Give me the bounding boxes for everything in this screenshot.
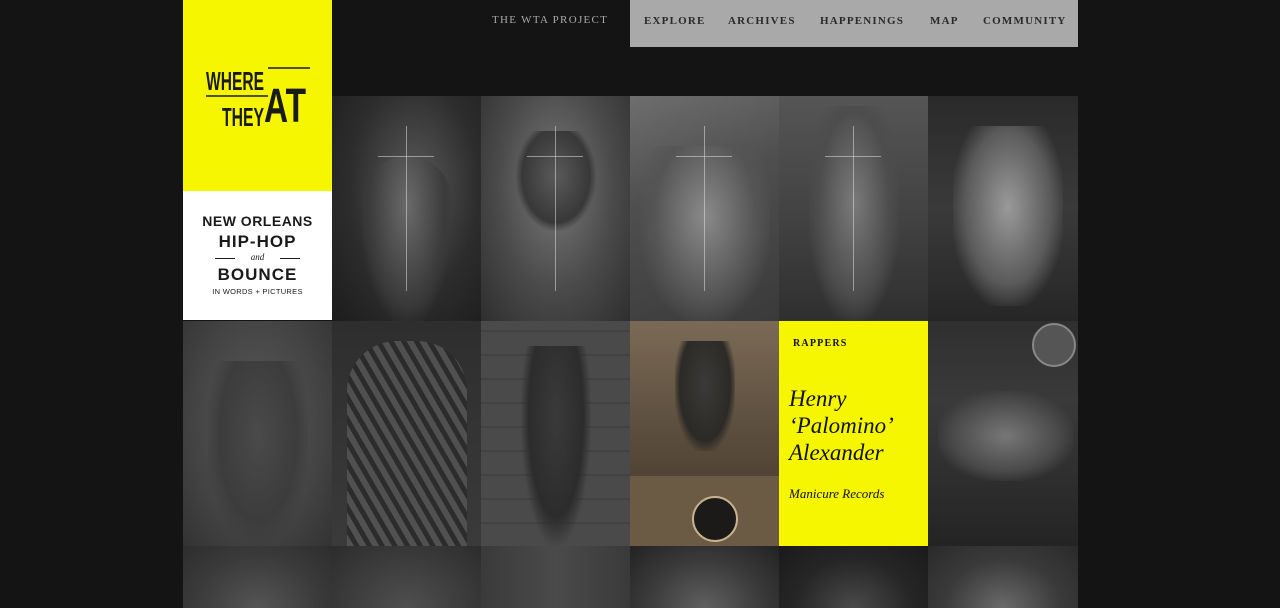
portrait-photo bbox=[332, 546, 481, 608]
tagline-city: NEW ORLEANS bbox=[202, 213, 313, 229]
where-they-at-logo: WHERE THEY AT bbox=[206, 66, 310, 132]
nav-menu: EXPLORE ARCHIVES HAPPENINGS MAP COMMUNIT… bbox=[630, 0, 1078, 47]
portrait-tile[interactable] bbox=[332, 321, 481, 546]
portrait-photo bbox=[630, 546, 779, 608]
tagline: NEW ORLEANS HIP-HOP and BOUNCE IN WORDS … bbox=[183, 191, 332, 320]
featured-artist-name[interactable]: Henry ‘Palomino’ Alexander bbox=[789, 385, 924, 466]
portrait-tile[interactable] bbox=[779, 546, 928, 608]
memorial-cross-icon bbox=[704, 126, 705, 291]
memorial-cross-icon bbox=[853, 126, 854, 291]
logo-word-at: AT bbox=[264, 80, 306, 132]
portrait-photo bbox=[928, 546, 1078, 608]
portrait-tile[interactable] bbox=[332, 546, 481, 608]
nav-item-archives[interactable]: ARCHIVES bbox=[728, 15, 796, 27]
portrait-tile[interactable] bbox=[630, 546, 779, 608]
portrait-photo bbox=[481, 546, 630, 608]
memorial-cross-icon bbox=[406, 126, 407, 291]
tagline-bounce: BOUNCE bbox=[217, 265, 298, 284]
logo-word-they: THEY bbox=[222, 102, 264, 132]
portrait-tile[interactable] bbox=[481, 546, 630, 608]
portrait-photo bbox=[183, 546, 332, 608]
portrait-tile[interactable] bbox=[928, 96, 1078, 321]
portrait-tile[interactable] bbox=[779, 96, 928, 321]
featured-category[interactable]: RAPPERS bbox=[793, 338, 848, 349]
site-logo[interactable]: WHERE THEY AT bbox=[183, 0, 332, 191]
portrait-photo bbox=[779, 546, 928, 608]
nav-item-happenings[interactable]: HAPPENINGS bbox=[820, 15, 904, 27]
portrait-tile[interactable] bbox=[481, 96, 630, 321]
memorial-cross-icon bbox=[555, 126, 556, 291]
portrait-tile[interactable] bbox=[332, 96, 481, 321]
nav-item-map[interactable]: MAP bbox=[930, 15, 959, 27]
tagline-and: and bbox=[215, 252, 300, 262]
page-frame: THE WTA PROJECT EXPLORE ARCHIVES HAPPENI… bbox=[183, 0, 1078, 608]
portrait-tile[interactable] bbox=[183, 546, 332, 608]
nav-item-explore[interactable]: EXPLORE bbox=[644, 15, 706, 27]
portrait-tile[interactable] bbox=[928, 546, 1078, 608]
portrait-tile[interactable] bbox=[630, 96, 779, 321]
tagline-subtitle: IN WORDS + PICTURES bbox=[212, 287, 303, 296]
nav-project-link[interactable]: THE WTA PROJECT bbox=[492, 14, 608, 26]
portrait-tile[interactable] bbox=[630, 321, 779, 546]
record-label-icon bbox=[692, 496, 738, 542]
featured-artist-label: Manicure Records bbox=[789, 486, 885, 501]
nav-item-community[interactable]: COMMUNITY bbox=[983, 15, 1067, 27]
logo-word-where: WHERE bbox=[206, 66, 264, 96]
wall-emblem-icon bbox=[1032, 323, 1076, 367]
featured-artist-card[interactable]: RAPPERS Henry ‘Palomino’ Alexander Manic… bbox=[779, 321, 928, 546]
tagline-hiphop: HIP-HOP bbox=[218, 232, 297, 251]
portrait-tile[interactable] bbox=[481, 321, 630, 546]
portrait-tile[interactable] bbox=[183, 321, 332, 546]
portrait-tile[interactable] bbox=[928, 321, 1078, 546]
